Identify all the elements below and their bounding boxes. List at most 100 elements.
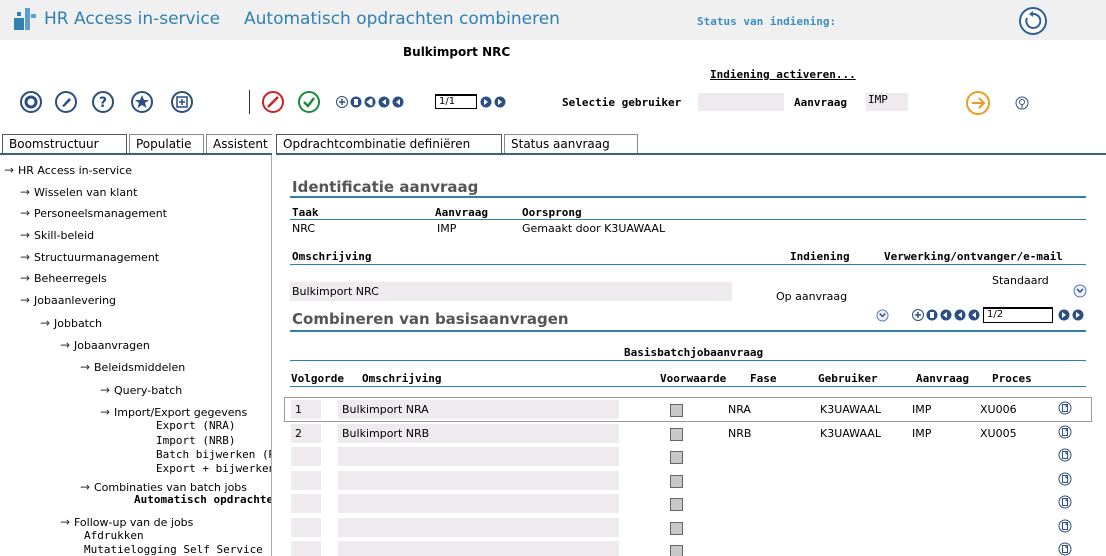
cancel-icon[interactable] — [262, 91, 284, 113]
previous-page-icon[interactable] — [392, 96, 404, 108]
document-detail-icon[interactable] — [1058, 425, 1072, 439]
delete-row-icon[interactable] — [926, 309, 938, 321]
pager-input[interactable]: 1/1 — [435, 94, 477, 109]
tree-node[interactable]: Export + bijwerken — [156, 462, 271, 475]
expand-down-icon[interactable] — [1073, 284, 1087, 298]
condition-checkbox[interactable] — [670, 404, 683, 417]
tree-node[interactable]: → Structuurmanagement — [20, 250, 159, 264]
svg-text:?: ? — [99, 95, 107, 111]
add-tab-icon[interactable] — [171, 91, 193, 113]
selection-user-input[interactable] — [698, 93, 784, 111]
tab-status-aanvraag[interactable]: Status aanvraag — [504, 134, 638, 154]
volgorde-field[interactable] — [291, 518, 321, 537]
selection-user-label: Selectie gebruiker — [562, 96, 682, 109]
tab-opdrachtcombinatie[interactable]: Opdrachtcombinatie definiëren — [276, 134, 502, 154]
volgorde-field[interactable]: 2 — [291, 424, 321, 443]
arrow-right-icon: → — [40, 316, 51, 330]
condition-checkbox[interactable] — [670, 428, 683, 441]
tree-node[interactable]: Mutatielogging Self Service — [84, 543, 263, 556]
omschrijving-field[interactable] — [338, 447, 619, 466]
tree-node[interactable]: → Import/Export gegevens — [100, 405, 247, 419]
tree-node[interactable]: Export (NRA) — [156, 419, 235, 432]
tree-node[interactable]: → Jobbatch — [40, 316, 102, 330]
volgorde-field[interactable]: 1 — [291, 400, 321, 419]
expand-down-icon[interactable] — [876, 309, 889, 322]
volgorde-field[interactable] — [291, 541, 321, 556]
tree-node[interactable]: Batch bijwerken (RE) — [156, 448, 271, 461]
condition-checkbox[interactable] — [670, 522, 683, 535]
tree-node[interactable]: Automatisch opdrachten — [134, 493, 271, 506]
delete-record-icon[interactable] — [350, 96, 362, 108]
request-input[interactable]: IMP — [866, 93, 908, 111]
go-arrow-icon[interactable] — [966, 91, 990, 115]
tree-node[interactable]: → Query-batch — [100, 383, 182, 397]
omschrijving-field[interactable] — [338, 518, 619, 537]
add-record-icon[interactable] — [336, 96, 348, 108]
previous-record-icon[interactable] — [378, 96, 390, 108]
document-detail-icon[interactable] — [1058, 472, 1072, 486]
condition-checkbox[interactable] — [670, 545, 683, 556]
tree-node[interactable]: → Combinaties van batch jobs — [80, 480, 247, 494]
last-page-icon[interactable] — [1072, 309, 1084, 321]
volgorde-field[interactable] — [291, 447, 321, 466]
help-icon[interactable]: ? — [92, 91, 114, 113]
tree-node[interactable]: → Beleidsmiddelen — [80, 360, 185, 374]
settings-icon[interactable] — [20, 91, 42, 113]
tab-assistent[interactable]: Assistent — [206, 134, 274, 154]
arrow-right-icon: → — [100, 405, 111, 419]
combine-pager-input[interactable]: 1/2 — [983, 307, 1053, 323]
condition-checkbox[interactable] — [670, 475, 683, 488]
first-record-icon[interactable] — [364, 96, 376, 108]
tree-node-label: Follow-up van de jobs — [74, 516, 194, 529]
tree-node[interactable]: → Jobaanvragen — [60, 338, 150, 352]
favorite-star-icon[interactable] — [131, 91, 153, 113]
panel-splitter[interactable] — [272, 134, 276, 556]
previous-record-icon[interactable] — [968, 309, 980, 321]
document-detail-icon[interactable] — [1058, 542, 1072, 556]
proces-value: XU006 — [980, 403, 1017, 416]
refresh-icon[interactable] — [1018, 6, 1048, 36]
right-tab-underline — [276, 153, 1106, 155]
omschrijving-field[interactable] — [338, 471, 619, 490]
volgorde-field[interactable] — [291, 471, 321, 490]
next-record-icon[interactable] — [480, 96, 492, 108]
tree-node-label: Batch bijwerken (RE) — [156, 448, 271, 461]
tree-node[interactable]: → Skill-beleid — [20, 228, 94, 242]
tree-node[interactable]: → Personeelsmanagement — [20, 206, 167, 220]
add-row-icon[interactable] — [912, 309, 924, 321]
volgorde-field[interactable] — [291, 494, 321, 513]
tab-populatie[interactable]: Populatie — [129, 134, 204, 154]
condition-checkbox[interactable] — [670, 498, 683, 511]
tree-node[interactable]: Afdrukken — [84, 529, 144, 542]
document-detail-icon[interactable] — [1058, 519, 1072, 533]
tree-node[interactable]: → Follow-up van de jobs — [60, 515, 193, 529]
document-detail-icon[interactable] — [1058, 448, 1072, 462]
next-page-icon[interactable] — [1058, 309, 1070, 321]
previous-page-icon[interactable] — [954, 309, 966, 321]
tree-node[interactable]: Import (NRB) — [156, 434, 235, 447]
omschrijving-field[interactable] — [338, 541, 619, 556]
tree-node[interactable]: → HR Access in-service — [4, 163, 132, 177]
tree-node-label: Personeelsmanagement — [34, 207, 167, 220]
tree-node[interactable]: → Wisselen van klant — [20, 185, 137, 199]
tree-node-label: HR Access in-service — [18, 164, 132, 177]
last-record-icon[interactable] — [494, 96, 506, 108]
tree-node[interactable]: → Beheerregels — [20, 271, 107, 285]
tree-node[interactable]: → Jobaanlevering — [20, 293, 116, 307]
activate-submission-link[interactable]: Indiening activeren... — [710, 68, 856, 81]
condition-checkbox[interactable] — [670, 451, 683, 464]
omschrijving-field[interactable]: Bulkimport NRC — [290, 282, 732, 301]
omschrijving-field[interactable] — [338, 494, 619, 513]
search-filter-icon[interactable] — [1015, 96, 1029, 110]
first-page-icon[interactable] — [940, 309, 952, 321]
omschrijving-field[interactable]: Bulkimport NRB — [338, 424, 619, 443]
col-verwerking-header: Verwerking/ontvanger/e-mail — [884, 250, 1063, 263]
gebruiker-value: K3UAWAAL — [820, 427, 881, 440]
edit-icon[interactable] — [55, 91, 77, 113]
omschrijving-field[interactable]: Bulkimport NRA — [338, 400, 619, 419]
document-detail-icon[interactable] — [1058, 495, 1072, 509]
tab-boomstructuur[interactable]: Boomstructuur — [2, 134, 127, 154]
taak-value: NRC — [292, 222, 316, 235]
validate-check-icon[interactable] — [298, 91, 320, 113]
document-detail-icon[interactable] — [1058, 401, 1072, 415]
